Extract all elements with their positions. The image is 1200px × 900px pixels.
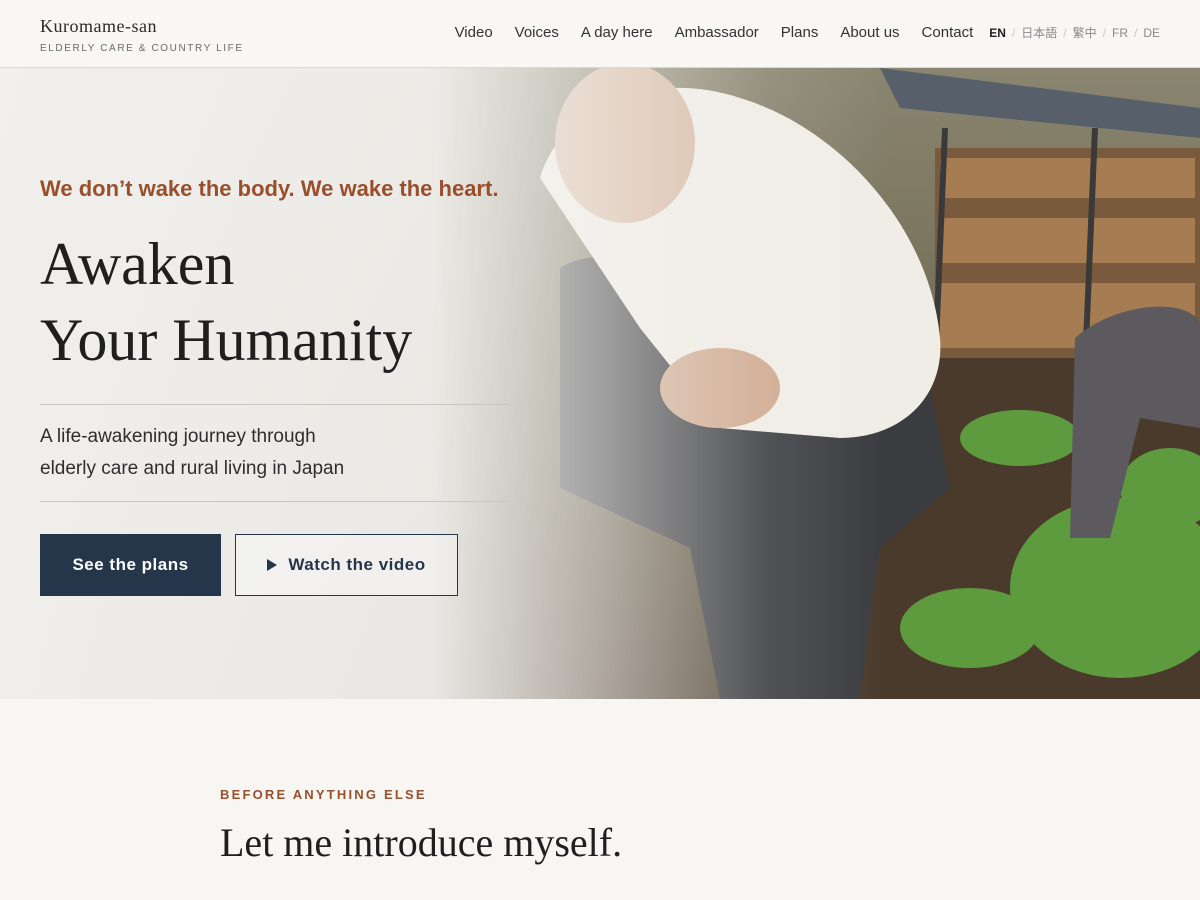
subtitle-line-1: A life-awakening journey through <box>40 426 316 447</box>
lang-ja[interactable]: 日本語 <box>1021 24 1057 41</box>
nav-link-a-day-here[interactable]: A day here <box>581 24 653 41</box>
brand-tagline: ELDERLY CARE & COUNTRY LIFE <box>40 43 244 54</box>
see-plans-button[interactable]: See the plans <box>40 534 221 596</box>
lang-divider: / <box>1011 25 1016 40</box>
brand-name: Kuromame-san <box>40 16 157 36</box>
section-title: Let me introduce myself. <box>220 820 623 865</box>
nav-link-video[interactable]: Video <box>455 24 493 41</box>
nav-link-contact[interactable]: Contact <box>922 24 974 41</box>
site-header: Kuromame-san ELDERLY CARE & COUNTRY LIFE… <box>0 0 1200 68</box>
lang-divider: / <box>1063 25 1067 40</box>
lang-de[interactable]: DE <box>1143 26 1160 40</box>
headline-line-2: Your Humanity <box>40 307 413 373</box>
lang-zh-hant[interactable]: 繁中 <box>1073 24 1097 41</box>
subtitle-line-2: elderly care and rural living in Japan <box>40 458 345 479</box>
hero-headline: Awaken Your Humanity <box>40 226 412 378</box>
nav-link-about-us[interactable]: About us <box>840 24 899 41</box>
hero-subtitle: A life-awakening journey through elderly… <box>40 421 420 485</box>
divider <box>40 501 510 502</box>
main-nav: Video Voices A day here Ambassador Plans… <box>433 24 1160 41</box>
nav-link-voices[interactable]: Voices <box>515 24 559 41</box>
intro-section: BEFORE ANYTHING ELSE Let me introduce my… <box>0 699 1200 900</box>
section-eyebrow: BEFORE ANYTHING ELSE <box>220 787 427 802</box>
watch-video-button[interactable]: Watch the video <box>235 534 458 596</box>
language-switcher: EN / 日本語 / 繁中 / FR / DE <box>989 24 1160 41</box>
headline-line-1: Awaken <box>40 231 235 297</box>
hero-kicker: We don’t wake the body. We wake the hear… <box>40 176 499 201</box>
lang-divider: / <box>1133 25 1138 40</box>
brand-logo[interactable]: Kuromame-san ELDERLY CARE & COUNTRY LIFE <box>40 16 244 54</box>
divider <box>40 404 510 405</box>
nav-link-ambassador[interactable]: Ambassador <box>675 24 759 41</box>
lang-divider: / <box>1102 25 1106 40</box>
hero-section: We don’t wake the body. We wake the hear… <box>0 68 1200 699</box>
hero-fade-overlay <box>0 68 1200 699</box>
lang-fr[interactable]: FR <box>1112 26 1128 40</box>
play-icon <box>267 559 278 571</box>
lang-en[interactable]: EN <box>989 26 1006 40</box>
watch-video-label: Watch the video <box>288 555 426 574</box>
see-plans-label: See the plans <box>72 555 189 574</box>
nav-link-plans[interactable]: Plans <box>781 24 819 41</box>
